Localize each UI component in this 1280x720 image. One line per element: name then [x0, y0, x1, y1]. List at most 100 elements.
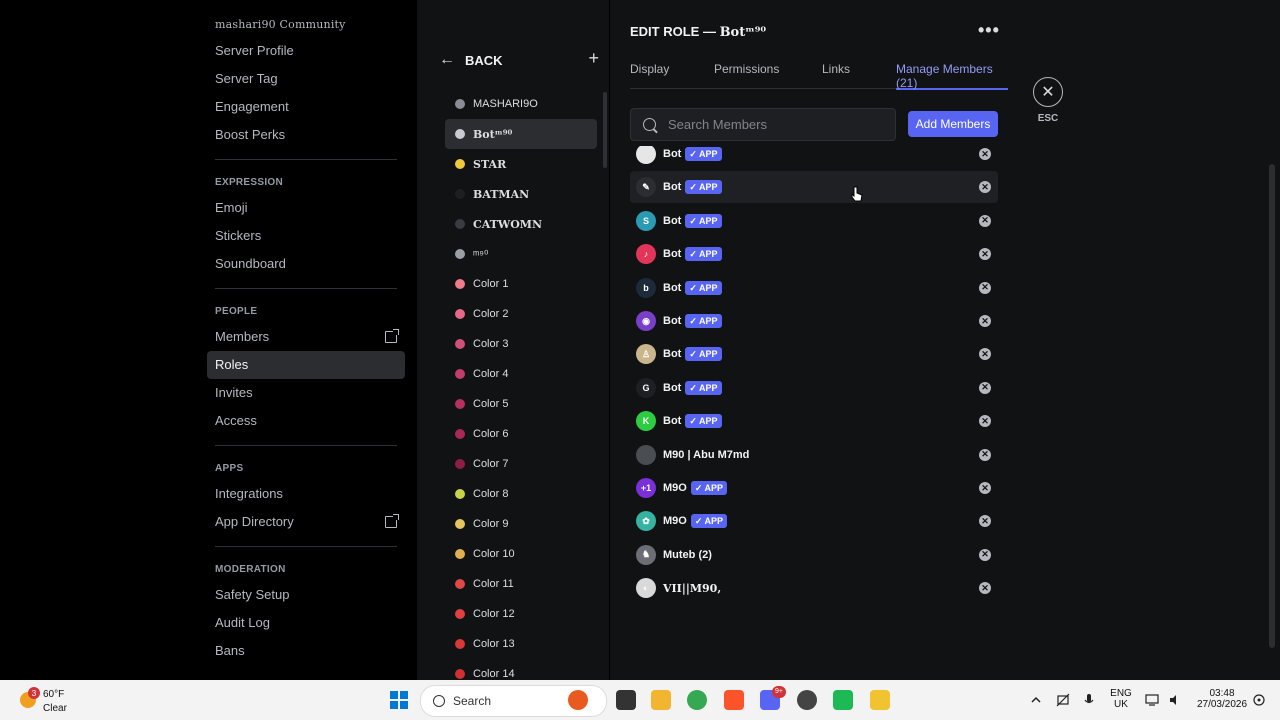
- network-off-icon[interactable]: [1056, 693, 1070, 707]
- member-row[interactable]: Bot ✓ APP ✕: [630, 146, 998, 170]
- sidebar-item-boost-perks[interactable]: Boost Perks: [207, 121, 405, 149]
- chevron-up-icon[interactable]: [1029, 693, 1043, 707]
- role-item[interactable]: Color 5: [445, 389, 597, 419]
- brave-icon[interactable]: [724, 690, 744, 710]
- chrome-icon[interactable]: [687, 690, 707, 710]
- remove-member-icon[interactable]: ✕: [979, 214, 991, 227]
- role-item[interactable]: Botᵐ⁹⁰: [445, 119, 597, 149]
- microphone-icon[interactable]: [1082, 693, 1096, 707]
- remove-member-icon[interactable]: ✕: [979, 548, 991, 561]
- member-row[interactable]: ✎ Bot ✓ APP ✕: [630, 171, 998, 204]
- language-indicator[interactable]: ENG UK: [1108, 688, 1134, 710]
- more-options-button[interactable]: •••: [978, 20, 1000, 41]
- member-row[interactable]: ◉ Bot ✓ APP ✕: [630, 305, 998, 337]
- start-button[interactable]: [390, 691, 408, 709]
- app-icon-2[interactable]: [870, 690, 890, 710]
- role-item[interactable]: MASHARI9O: [445, 89, 597, 119]
- member-row[interactable]: +1 M9O ✓ APP ✕: [630, 472, 998, 504]
- role-item[interactable]: Color 2: [445, 299, 597, 329]
- sidebar-item-emoji[interactable]: Emoji: [207, 194, 405, 222]
- sidebar-item-engagement[interactable]: Engagement: [207, 93, 405, 121]
- role-item[interactable]: BATMAN: [445, 179, 597, 209]
- remove-member-icon[interactable]: ✕: [979, 281, 991, 294]
- member-row[interactable]: ♞ Muteb (2) ✕: [630, 539, 998, 571]
- member-name: M9O: [663, 515, 687, 528]
- sidebar-item-invites[interactable]: Invites: [207, 379, 405, 407]
- role-item[interactable]: Color 8: [445, 479, 597, 509]
- member-row[interactable]: ♙ Bot ✓ APP ✕: [630, 338, 998, 370]
- notification-icon[interactable]: [1252, 693, 1266, 707]
- remove-member-icon[interactable]: ✕: [979, 415, 991, 428]
- member-row[interactable]: ♪ Bot ✓ APP ✕: [630, 238, 998, 270]
- steam-icon[interactable]: [797, 690, 817, 710]
- role-item[interactable]: Color 9: [445, 509, 597, 539]
- role-item[interactable]: Color 1: [445, 269, 597, 299]
- role-color-dot: [455, 609, 465, 619]
- remove-member-icon[interactable]: ✕: [979, 381, 991, 394]
- sidebar-item-integrations[interactable]: Integrations: [207, 480, 405, 508]
- add-members-button[interactable]: Add Members: [908, 111, 998, 137]
- role-item[interactable]: Color 3: [445, 329, 597, 359]
- remove-member-icon[interactable]: ✕: [979, 248, 991, 261]
- remove-member-icon[interactable]: ✕: [979, 348, 991, 361]
- remove-member-icon[interactable]: ✕: [979, 515, 991, 528]
- member-row[interactable]: b Bot ✓ APP ✕: [630, 272, 998, 304]
- remove-member-icon[interactable]: ✕: [979, 181, 991, 194]
- role-item[interactable]: ᵐ⁹⁰: [445, 239, 597, 269]
- remove-member-icon[interactable]: ✕: [979, 148, 991, 160]
- close-settings-button[interactable]: ✕: [1033, 77, 1063, 107]
- sidebar-item-app-directory[interactable]: App Directory: [207, 508, 405, 536]
- search-members-input[interactable]: [666, 116, 890, 133]
- sidebar-item-soundboard[interactable]: Soundboard: [207, 250, 405, 278]
- sidebar-item-bans[interactable]: Bans: [207, 637, 405, 665]
- member-row[interactable]: ◐ VII||M90, ✕: [630, 572, 998, 604]
- role-item[interactable]: STAR: [445, 149, 597, 179]
- role-name: Botᵐ⁹⁰: [473, 127, 513, 141]
- member-row[interactable]: M90 | Abu M7md ✕: [630, 439, 998, 471]
- tab-display[interactable]: Display: [630, 62, 669, 88]
- tab-manage-members[interactable]: Manage Members (21): [896, 62, 1008, 90]
- main-scrollbar[interactable]: [1269, 164, 1275, 648]
- remove-member-icon[interactable]: ✕: [979, 482, 991, 494]
- sidebar-item-members[interactable]: Members: [207, 323, 405, 351]
- tab-permissions[interactable]: Permissions: [714, 62, 779, 88]
- display-icon[interactable]: [1145, 693, 1159, 707]
- volume-icon[interactable]: [1168, 693, 1182, 707]
- back-button[interactable]: BACK: [465, 53, 503, 68]
- app-icon[interactable]: [833, 690, 853, 710]
- clock[interactable]: 03:48 27/03/2026: [1195, 688, 1249, 710]
- role-item[interactable]: Color 6: [445, 419, 597, 449]
- sidebar-item-access[interactable]: Access: [207, 407, 405, 435]
- member-row[interactable]: G Bot ✓ APP ✕: [630, 372, 998, 404]
- add-role-button[interactable]: +: [588, 48, 599, 69]
- sidebar-item-server-profile[interactable]: Server Profile: [207, 37, 405, 65]
- sidebar-item-stickers[interactable]: Stickers: [207, 222, 405, 250]
- role-color-dot: [455, 669, 465, 679]
- roles-scrollbar[interactable]: [603, 92, 607, 168]
- remove-member-icon[interactable]: ✕: [979, 315, 991, 327]
- role-item[interactable]: Color 4: [445, 359, 597, 389]
- member-row[interactable]: K Bot ✓ APP ✕: [630, 405, 998, 437]
- member-row[interactable]: ✿ M9O ✓ APP ✕: [630, 505, 998, 537]
- community-name: mashari90 Community: [215, 18, 346, 31]
- member-row[interactable]: S Bot ✓ APP ✕: [630, 205, 998, 237]
- sidebar-item-server-tag[interactable]: Server Tag: [207, 65, 405, 93]
- search-highlight-icon[interactable]: [568, 690, 588, 710]
- remove-member-icon[interactable]: ✕: [979, 582, 991, 595]
- role-item[interactable]: Color 14: [445, 659, 597, 680]
- back-arrow-icon[interactable]: ←: [439, 51, 455, 69]
- weather-widget[interactable]: 3 60°F Clear: [20, 684, 80, 716]
- task-view-icon[interactable]: [616, 690, 636, 710]
- role-item[interactable]: Color 10: [445, 539, 597, 569]
- sidebar-item-audit-log[interactable]: Audit Log: [207, 609, 405, 637]
- role-item[interactable]: Color 7: [445, 449, 597, 479]
- role-item[interactable]: Color 12: [445, 599, 597, 629]
- sidebar-item-roles[interactable]: Roles: [207, 351, 405, 379]
- role-item[interactable]: CATWOMN: [445, 209, 597, 239]
- sidebar-item-safety-setup[interactable]: Safety Setup: [207, 581, 405, 609]
- remove-member-icon[interactable]: ✕: [979, 448, 991, 461]
- tab-links[interactable]: Links: [822, 62, 850, 88]
- role-item[interactable]: Color 11: [445, 569, 597, 599]
- file-explorer-icon[interactable]: [651, 690, 671, 710]
- role-item[interactable]: Color 13: [445, 629, 597, 659]
